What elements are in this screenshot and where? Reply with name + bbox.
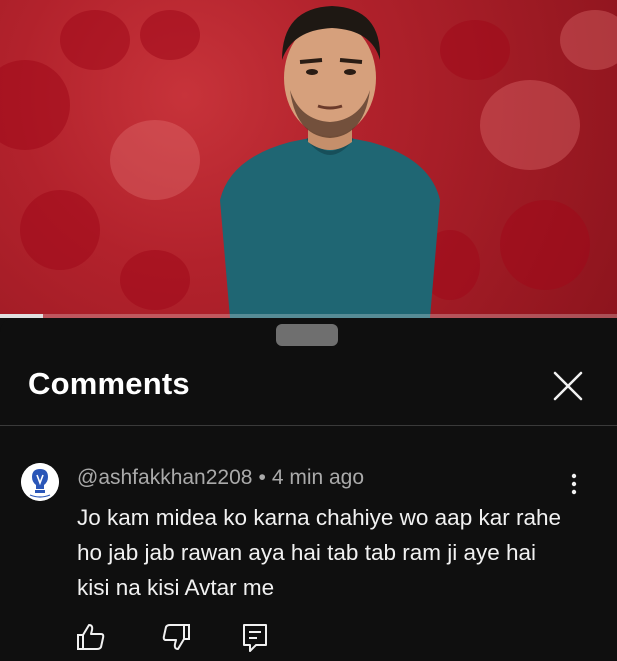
dislike-button[interactable] bbox=[159, 620, 193, 654]
presenter-figure bbox=[220, 6, 440, 318]
close-button[interactable] bbox=[548, 366, 588, 406]
bulb-logo-icon bbox=[21, 463, 59, 501]
reply-icon bbox=[243, 624, 267, 652]
comments-title: Comments bbox=[28, 366, 190, 401]
background-decoration bbox=[110, 120, 200, 200]
background-decoration bbox=[140, 10, 200, 60]
avatar[interactable] bbox=[21, 463, 59, 501]
background-decoration bbox=[480, 80, 580, 170]
close-icon bbox=[553, 371, 583, 401]
meta-separator: • bbox=[258, 466, 266, 489]
background-decoration bbox=[20, 190, 100, 270]
thumbs-up-icon bbox=[77, 624, 105, 650]
comment-time: 4 min ago bbox=[271, 466, 365, 489]
like-button[interactable] bbox=[74, 620, 108, 654]
comment-author[interactable]: @ashfakkhan2208 bbox=[77, 466, 252, 489]
background-decoration bbox=[500, 200, 590, 290]
comment-actions bbox=[0, 620, 617, 660]
thumbs-down-icon bbox=[162, 624, 190, 650]
background-decoration bbox=[120, 250, 190, 310]
comments-panel: Comments @ashfakkhan2208 • 4 min ago Jo ka… bbox=[0, 318, 617, 661]
comment-more-button[interactable] bbox=[562, 470, 586, 500]
reply-button[interactable] bbox=[238, 620, 272, 654]
drag-handle[interactable] bbox=[276, 324, 338, 346]
background-decoration bbox=[0, 60, 70, 150]
video-player[interactable] bbox=[0, 0, 617, 318]
more-vertical-icon bbox=[571, 473, 577, 495]
background-decoration bbox=[560, 10, 617, 70]
comment-meta: @ashfakkhan2208 • 4 min ago bbox=[77, 466, 364, 490]
header-divider bbox=[0, 425, 617, 426]
comment-text: Jo kam midea ko karna chahiye wo aap kar… bbox=[77, 505, 562, 600]
background-decoration bbox=[60, 10, 130, 70]
